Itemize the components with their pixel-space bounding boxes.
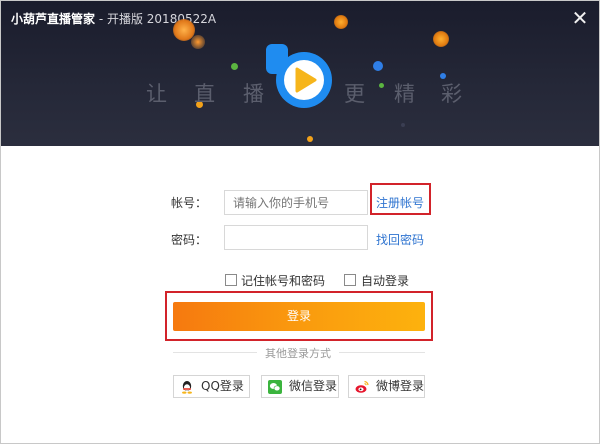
qq-login-label: QQ登录	[201, 379, 244, 393]
app-version: - 开播版 20180522A	[95, 12, 217, 26]
qq-icon	[182, 381, 192, 394]
close-button[interactable]: ✕	[567, 5, 593, 31]
bokeh-light	[307, 136, 313, 142]
bokeh-light	[191, 35, 205, 49]
auto-login-label: 自动登录	[361, 274, 410, 288]
remember-label: 记住帐号和密码	[241, 274, 326, 288]
weibo-login-button[interactable]: 微博登录	[348, 375, 425, 398]
forgot-password-link[interactable]: 找回密码	[376, 231, 424, 248]
weibo-login-label: 微博登录	[376, 379, 425, 393]
slogan-char: 让	[146, 82, 167, 106]
slogan-char: 更	[344, 82, 365, 106]
bokeh-light	[373, 61, 383, 71]
remember-checkbox[interactable]	[225, 274, 237, 286]
header-banner: 小葫芦直播管家 - 开播版 20180522A ✕ 让 直 播 更 精 彩	[1, 1, 599, 146]
login-window: 小葫芦直播管家 - 开播版 20180522A ✕ 让 直 播 更 精 彩 帐号…	[0, 0, 600, 444]
password-input[interactable]	[224, 225, 368, 250]
slogan-char: 直	[194, 82, 215, 106]
login-highlight-box	[165, 291, 433, 341]
account-input[interactable]	[224, 190, 368, 215]
wechat-login-label: 微信登录	[289, 379, 338, 393]
wechat-login-button[interactable]: 微信登录	[261, 375, 339, 398]
bokeh-light	[231, 63, 238, 70]
auto-login-checkbox[interactable]	[344, 274, 356, 286]
wechat-icon	[268, 380, 282, 394]
divider-left	[173, 352, 257, 353]
register-highlight-box	[370, 183, 431, 215]
divider-right	[339, 352, 425, 353]
app-logo-icon	[266, 44, 332, 108]
slogan-char: 精	[394, 82, 415, 106]
bokeh-light	[401, 123, 405, 127]
weibo-icon	[355, 380, 369, 393]
bokeh-light	[433, 31, 449, 47]
other-login-heading: 其他登录方式	[265, 347, 331, 360]
slogan-char: 播	[243, 82, 264, 106]
qq-login-button[interactable]: QQ登录	[173, 375, 250, 398]
slogan-char: 彩	[441, 82, 462, 106]
bokeh-light	[334, 15, 348, 29]
bokeh-light	[379, 83, 384, 88]
account-label: 帐号：	[171, 196, 208, 210]
app-name: 小葫芦直播管家	[11, 12, 96, 26]
password-label: 密码：	[171, 233, 208, 247]
